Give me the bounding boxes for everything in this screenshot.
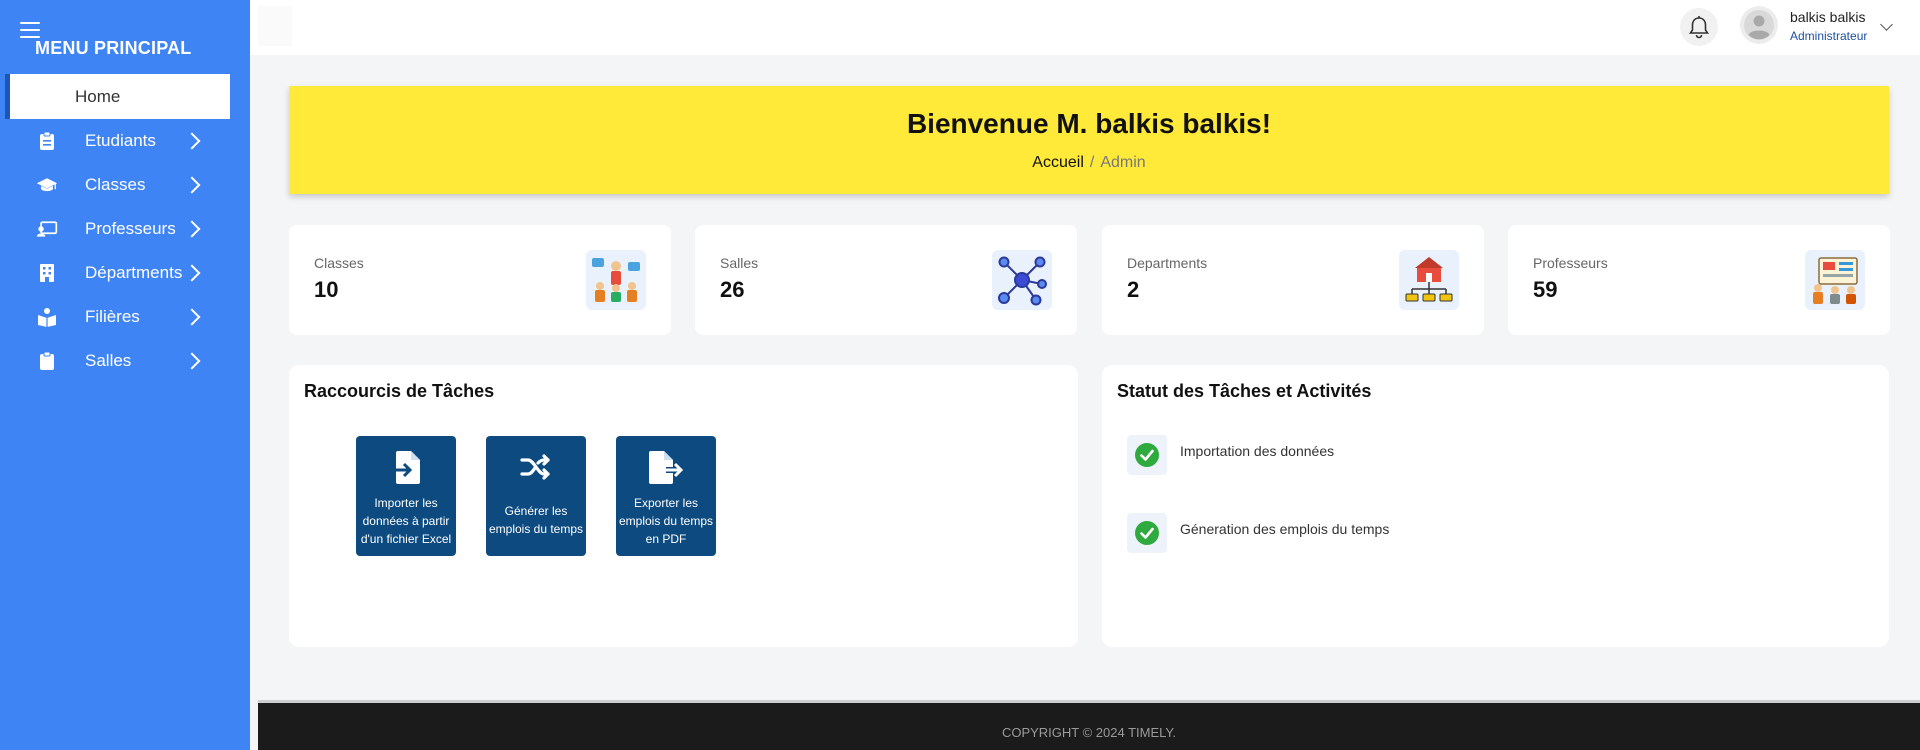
stat-value: 10 (314, 277, 339, 302)
sidebar-item-home[interactable]: Home (5, 74, 230, 119)
chalkboard-teacher-icon (36, 218, 58, 240)
activity-label: Géneration des emplois du temps (1180, 521, 1390, 537)
stat-value: 2 (1127, 277, 1140, 302)
sidebar-item-professeurs[interactable]: Professeurs (0, 209, 250, 249)
top-bar: balkis balkis Administrateur (250, 0, 1920, 55)
page-title: Bienvenue M. balkis balkis! (906, 108, 1272, 139)
stat-card-salles: Salles 26 (695, 225, 1077, 335)
sidebar-item-label: Etudiants (85, 131, 156, 150)
sidebar-item-label: Filières (85, 307, 140, 326)
topbar-search-area[interactable] (258, 6, 292, 46)
chevron-right-icon (183, 264, 201, 282)
department-icon (1399, 250, 1459, 310)
panel-title: Statut des Tâches et Activités (1117, 381, 1372, 401)
chevron-right-icon (183, 352, 201, 370)
stat-card-professeurs: Professeurs 59 (1508, 225, 1890, 335)
sidebar-item-label: Départments (85, 263, 183, 282)
sidebar-item-label: Classes (85, 175, 146, 194)
activities-panel: Statut des Tâches et Activités Importati… (1102, 365, 1889, 647)
shortcuts-panel: Raccourcis de Tâches Importer les donnée… (289, 365, 1078, 647)
user-role: Administrateur (1790, 29, 1868, 43)
stat-card-departments: Departments 2 (1102, 225, 1484, 335)
sidebar-item-label: Home (75, 86, 121, 106)
chevron-right-icon (183, 176, 201, 194)
breadcrumb: Accueil / Admin (289, 154, 1889, 172)
stat-label: Departments (1127, 255, 1208, 271)
footer: COPYRIGHT © 2024 TIMELY. (258, 700, 1920, 750)
activity-label: Importation des données (1180, 443, 1335, 459)
breadcrumb-current: Admin (1100, 154, 1146, 171)
chevron-down-icon[interactable] (1880, 18, 1893, 31)
file-export-icon (616, 450, 716, 486)
chevron-right-icon (183, 132, 201, 150)
sidebar-item-filieres[interactable]: Filières (0, 297, 250, 337)
clipboard-check-icon (36, 350, 58, 372)
sidebar-item-label: Salles (85, 351, 132, 370)
users-book-icon (36, 306, 58, 328)
sidebar-item-departments[interactable]: Départments (0, 253, 250, 293)
welcome-banner: Bienvenue M. balkis balkis! Accueil / Admi… (289, 86, 1889, 194)
hamburger-menu-icon[interactable] (20, 22, 40, 38)
export-pdf-label: Exporter les emplois du temps en PDF (618, 496, 714, 546)
export-pdf-button[interactable]: Exporter les emplois du temps en PDF (616, 436, 716, 556)
sidebar: MENU PRINCIPAL Home Etudiants Classes Pr… (0, 0, 250, 750)
classroom-icon (586, 250, 646, 310)
generate-timetable-label: Générer les emplois du temps (488, 504, 584, 536)
check-circle-icon (1127, 513, 1167, 553)
stat-value: 26 (720, 277, 745, 302)
stat-label: Salles (720, 255, 759, 271)
panel-title: Raccourcis de Tâches (304, 381, 495, 401)
breadcrumb-separator: / (1089, 154, 1095, 171)
chevron-right-icon (183, 220, 201, 238)
menu-title: MENU PRINCIPAL (35, 38, 192, 58)
teacher-board-icon (1805, 250, 1865, 310)
sidebar-item-etudiants[interactable]: Etudiants (0, 121, 250, 161)
shuffle-icon (486, 450, 586, 486)
user-name[interactable]: balkis balkis (1790, 9, 1865, 25)
sidebar-item-label: Professeurs (85, 219, 176, 238)
stat-card-classes: Classes 10 (289, 225, 671, 335)
stat-label: Professeurs (1533, 255, 1608, 271)
notification-bell-icon[interactable] (1680, 8, 1718, 46)
stat-label: Classes (314, 255, 364, 271)
stat-value: 59 (1533, 277, 1558, 302)
check-circle-icon (1127, 435, 1167, 475)
import-excel-button[interactable]: Importer les données à partir d'un fichi… (356, 436, 456, 556)
graduation-cap-icon (36, 174, 58, 196)
import-excel-label: Importer les données à partir d'un fichi… (360, 496, 452, 546)
avatar[interactable] (1740, 6, 1778, 44)
breadcrumb-home-link[interactable]: Accueil (1032, 154, 1084, 171)
sidebar-item-classes[interactable]: Classes (0, 165, 250, 205)
building-icon (36, 262, 58, 284)
copyright-text: COPYRIGHT © 2024 TIMELY. (1001, 725, 1177, 740)
clipboard-icon (36, 130, 58, 152)
sidebar-item-salles[interactable]: Salles (0, 341, 250, 381)
file-import-icon (356, 450, 456, 486)
network-icon (992, 250, 1052, 310)
generate-timetable-button[interactable]: Générer les emplois du temps (486, 436, 586, 556)
chevron-right-icon (183, 308, 201, 326)
